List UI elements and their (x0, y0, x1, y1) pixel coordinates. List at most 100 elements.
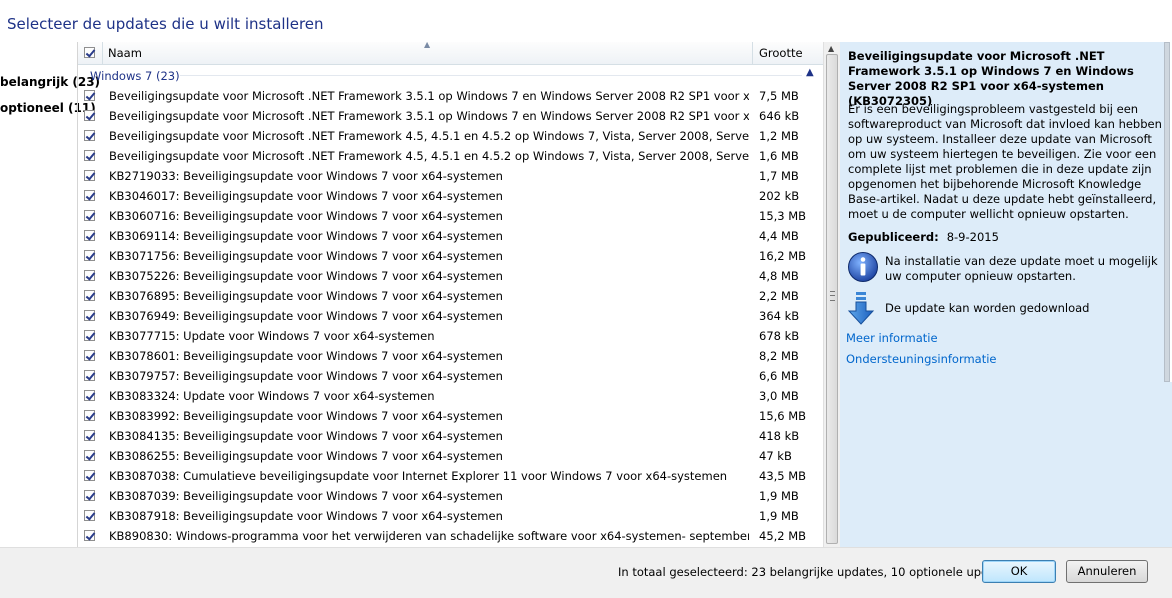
update-name: KB3077715: Update voor Windows 7 voor x6… (109, 329, 435, 343)
update-name: KB3071756: Beveiligingsupdate voor Windo… (109, 249, 503, 263)
update-checkbox[interactable] (84, 430, 95, 444)
update-name: KB3079757: Beveiligingsupdate voor Windo… (109, 369, 503, 383)
list-scrollbar[interactable]: ▲ (823, 42, 841, 547)
category-pane: belangrijk (23) optioneel (11) (0, 42, 100, 547)
update-row[interactable]: Beveiligingsupdate voor Microsoft .NET F… (78, 86, 824, 106)
update-name: KB3076895: Beveiligingsupdate voor Windo… (109, 289, 503, 303)
group-header-windows7[interactable]: Windows 7 (23) ▲ (78, 64, 824, 86)
update-checkbox[interactable] (84, 330, 95, 344)
update-name: KB3060716: Beveiligingsupdate voor Windo… (109, 209, 503, 223)
update-checkbox[interactable] (84, 110, 95, 124)
checkbox-check-icon (84, 470, 95, 481)
checkbox-check-icon (84, 290, 95, 301)
footer: In totaal geselecteerd: 23 belangrijke u… (0, 547, 1172, 598)
update-checkbox[interactable] (84, 370, 95, 384)
update-checkbox[interactable] (84, 150, 95, 164)
update-row[interactable]: KB3087039: Beveiligingsupdate voor Windo… (78, 486, 824, 506)
update-checkbox[interactable] (84, 490, 95, 504)
update-name: KB3076949: Beveiligingsupdate voor Windo… (109, 309, 503, 323)
update-row[interactable]: Beveiligingsupdate voor Microsoft .NET F… (78, 146, 824, 166)
checkbox-check-icon (84, 510, 95, 521)
update-row[interactable]: KB3083324: Update voor Windows 7 voor x6… (78, 386, 824, 406)
checkbox-check-icon (84, 530, 95, 541)
update-row[interactable]: KB3084135: Beveiligingsupdate voor Windo… (78, 426, 824, 446)
update-row[interactable]: Beveiligingsupdate voor Microsoft .NET F… (78, 106, 824, 126)
update-row[interactable]: KB3046017: Beveiligingsupdate voor Windo… (78, 186, 824, 206)
details-scrollbar[interactable] (1164, 42, 1172, 382)
collapse-chevron-icon[interactable]: ▲ (806, 67, 814, 78)
group-divider (180, 75, 802, 76)
update-row[interactable]: KB3076949: Beveiligingsupdate voor Windo… (78, 306, 824, 326)
update-checkbox[interactable] (84, 130, 95, 144)
checkbox-check-icon (84, 370, 95, 381)
update-checkbox[interactable] (84, 190, 95, 204)
update-row[interactable]: KB890830: Windows-programma voor het ver… (78, 526, 824, 546)
update-name: Beveiligingsupdate voor Microsoft .NET F… (109, 129, 749, 143)
update-size: 45,2 MB (759, 529, 807, 543)
update-row[interactable]: KB3069114: Beveiligingsupdate voor Windo… (78, 226, 824, 246)
update-size: 3,0 MB (759, 389, 799, 403)
update-checkbox[interactable] (84, 290, 95, 304)
update-checkbox[interactable] (84, 230, 95, 244)
update-checkbox[interactable] (84, 250, 95, 264)
update-size: 202 kB (759, 189, 800, 203)
details-published: Gepubliceerd: 8-9-2015 (848, 230, 999, 244)
update-size: 7,5 MB (759, 89, 799, 103)
update-size: 15,6 MB (759, 409, 807, 423)
update-checkbox[interactable] (84, 390, 95, 404)
update-row[interactable]: KB2719033: Beveiligingsupdate voor Windo… (78, 166, 824, 186)
column-header-size[interactable]: Grootte (759, 46, 803, 60)
update-row[interactable]: Beveiligingsupdate voor Microsoft .NET F… (78, 126, 824, 146)
update-row[interactable]: KB3060716: Beveiligingsupdate voor Windo… (78, 206, 824, 226)
update-checkbox[interactable] (84, 210, 95, 224)
update-list: Naam ▲ Grootte Windows 7 (23) ▲ Beveilig… (77, 42, 824, 547)
checkbox-check-icon (84, 490, 95, 501)
update-checkbox[interactable] (84, 90, 95, 104)
restart-note: Na installatie van deze update moet u mo… (885, 254, 1158, 283)
update-name: KB890830: Windows-programma voor het ver… (109, 529, 749, 543)
update-size: 1,7 MB (759, 169, 799, 183)
update-name: Beveiligingsupdate voor Microsoft .NET F… (109, 89, 749, 103)
update-name: KB2719033: Beveiligingsupdate voor Windo… (109, 169, 503, 183)
checkbox-check-icon (84, 410, 95, 421)
update-checkbox[interactable] (84, 170, 95, 184)
cancel-button[interactable]: Annuleren (1066, 560, 1148, 583)
update-row[interactable]: KB3087918: Beveiligingsupdate voor Windo… (78, 506, 824, 526)
update-row[interactable]: KB3077715: Update voor Windows 7 voor x6… (78, 326, 824, 346)
update-checkbox[interactable] (84, 310, 95, 324)
ok-button[interactable]: OK (982, 560, 1056, 583)
checkbox-check-icon (84, 170, 95, 181)
update-row[interactable]: KB3086255: Beveiligingsupdate voor Windo… (78, 446, 824, 466)
select-all-checkbox[interactable] (84, 47, 95, 61)
update-row[interactable]: KB3079757: Beveiligingsupdate voor Windo… (78, 366, 824, 386)
update-checkbox[interactable] (84, 410, 95, 424)
checkbox-check-icon (84, 250, 95, 261)
update-size: 1,9 MB (759, 489, 799, 503)
checkbox-check-icon (84, 210, 95, 221)
update-row[interactable]: KB3087038: Cumulatieve beveiligingsupdat… (78, 466, 824, 486)
checkbox-check-icon (84, 90, 95, 101)
update-checkbox[interactable] (84, 510, 95, 524)
update-name: KB3087038: Cumulatieve beveiligingsupdat… (109, 469, 728, 483)
update-checkbox[interactable] (84, 530, 95, 544)
update-row[interactable]: KB3076895: Beveiligingsupdate voor Windo… (78, 286, 824, 306)
scroll-up-icon[interactable]: ▲ (828, 44, 834, 53)
update-row[interactable]: KB3083992: Beveiligingsupdate voor Windo… (78, 406, 824, 426)
details-scrollbar-thumb[interactable] (1164, 42, 1170, 382)
checkbox-check-icon (84, 110, 95, 121)
update-checkbox[interactable] (84, 270, 95, 284)
published-date: 8-9-2015 (946, 230, 999, 244)
update-row[interactable]: KB3078601: Beveiligingsupdate voor Windo… (78, 346, 824, 366)
update-checkbox[interactable] (84, 470, 95, 484)
checkbox-check-icon (84, 230, 95, 241)
update-size: 4,4 MB (759, 229, 799, 243)
update-size: 4,8 MB (759, 269, 799, 283)
update-row[interactable]: KB3075226: Beveiligingsupdate voor Windo… (78, 266, 824, 286)
update-checkbox[interactable] (84, 450, 95, 464)
column-header-name[interactable]: Naam (108, 46, 142, 60)
support-info-link[interactable]: Ondersteuningsinformatie (846, 352, 997, 366)
update-checkbox[interactable] (84, 350, 95, 364)
update-row[interactable]: KB3071756: Beveiligingsupdate voor Windo… (78, 246, 824, 266)
more-info-link[interactable]: Meer informatie (846, 331, 938, 345)
scrollbar-thumb[interactable] (826, 54, 838, 544)
